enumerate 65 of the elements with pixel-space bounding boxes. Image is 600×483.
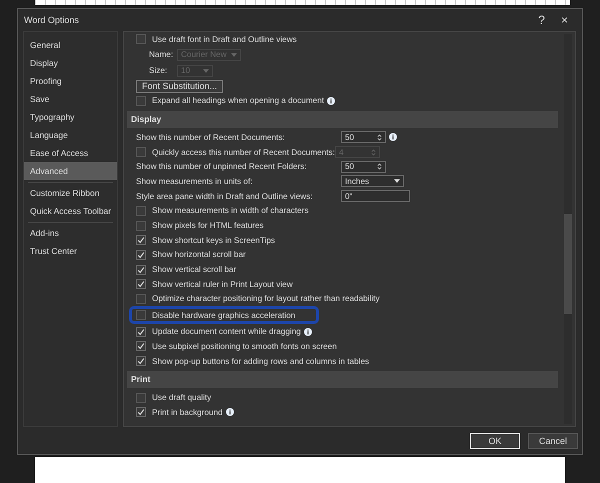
sidebar-item[interactable]: Language	[24, 126, 117, 144]
dropdown[interactable]: Inches	[341, 175, 404, 188]
sidebar-item[interactable]: Save	[24, 90, 117, 108]
option-label: Show horizontal scroll bar	[152, 250, 246, 260]
option-label: Show pop-up buttons for adding rows and columns in tables	[152, 356, 370, 366]
checkbox[interactable]	[136, 96, 146, 106]
help-button[interactable]: ?	[530, 13, 553, 27]
checkbox[interactable]	[136, 407, 146, 418]
ok-button[interactable]: OK	[470, 432, 520, 448]
sidebar-item[interactable]: Trust Center	[28, 242, 113, 260]
checkbox[interactable]	[136, 326, 146, 337]
option-label: Show this number of unpinned Recent Folders:	[136, 162, 308, 172]
number-spinner[interactable]: 50	[341, 131, 386, 144]
dropdown-arrow-icon	[394, 179, 400, 184]
sidebar-item[interactable]: Display	[24, 54, 117, 72]
option-label: Use draft font in Draft and Outline views	[152, 34, 297, 44]
font-substitution-button[interactable]: Font Substitution...	[136, 80, 224, 93]
option-label: Show measurements in width of characters	[152, 206, 309, 216]
option-label: Disable hardware graphics acceleration	[152, 310, 296, 320]
option-label: Show measurements in units of:	[136, 176, 254, 186]
option-label: Show vertical scroll bar	[152, 265, 236, 274]
cancel-button[interactable]: Cancel	[528, 432, 578, 448]
number-spinner[interactable]: 50	[341, 160, 386, 173]
option-label: Expand all headings when opening a document	[152, 96, 324, 106]
sidebar-item[interactable]: Add-ins	[28, 224, 113, 242]
option-label: Update document content while dragging	[152, 327, 301, 336]
sidebar-item[interactable]: Customize Ribbon	[28, 184, 113, 202]
sidebar-item[interactable]: Advanced	[24, 162, 117, 180]
checkbox[interactable]	[136, 34, 146, 44]
section-header: Print	[127, 371, 558, 388]
checkbox[interactable]	[136, 235, 146, 246]
option-label: Quickly access this number of Recent Documents:	[152, 148, 335, 157]
checkbox[interactable]	[136, 310, 146, 320]
checkbox[interactable]	[136, 250, 146, 260]
option-label: Size:	[149, 66, 168, 76]
option-label: Name:	[149, 50, 174, 60]
checkbox[interactable]	[136, 279, 146, 290]
sidebar-item[interactable]: General	[24, 36, 117, 54]
option-label: Show pixels for HTML features	[152, 221, 264, 230]
dropdown-arrow-icon	[203, 68, 209, 73]
sidebar-item[interactable]: Typography	[24, 108, 117, 126]
input-field[interactable]: 0"	[341, 190, 410, 202]
close-button[interactable]: ×	[552, 13, 576, 27]
checkbox[interactable]	[136, 220, 146, 231]
sidebar-item[interactable]: Proofing	[24, 72, 117, 90]
section-header: Display	[127, 111, 558, 128]
scrollbar[interactable]	[564, 34, 572, 424]
checkbox[interactable]	[136, 264, 146, 275]
sidebar-item[interactable]: Ease of Access	[24, 144, 117, 162]
checkbox[interactable]	[136, 392, 146, 403]
checkbox[interactable]	[136, 206, 146, 216]
option-label: Print in background	[152, 408, 223, 417]
option-label: Use draft quality	[152, 393, 212, 402]
option-label: Show vertical ruler in Print Layout view	[152, 280, 293, 289]
option-label: Use subpixel positioning to smooth fonts on screen	[152, 342, 337, 351]
option-label: Optimize character positioning for layout rather than readability	[152, 294, 380, 304]
sidebar-item[interactable]: Quick Access Toolbar	[28, 202, 113, 220]
option-label: Show shortcut keys in ScreenTips	[152, 236, 276, 245]
checkbox[interactable]	[136, 356, 146, 366]
option-label: Style area pane width in Draft and Outline views:	[136, 192, 314, 201]
checkbox[interactable]	[136, 341, 146, 352]
dropdown-arrow-icon	[230, 52, 236, 57]
window-title: Word Options	[24, 15, 80, 25]
checkbox[interactable]	[136, 294, 146, 304]
option-label: Show this number of Recent Documents:	[136, 132, 286, 142]
